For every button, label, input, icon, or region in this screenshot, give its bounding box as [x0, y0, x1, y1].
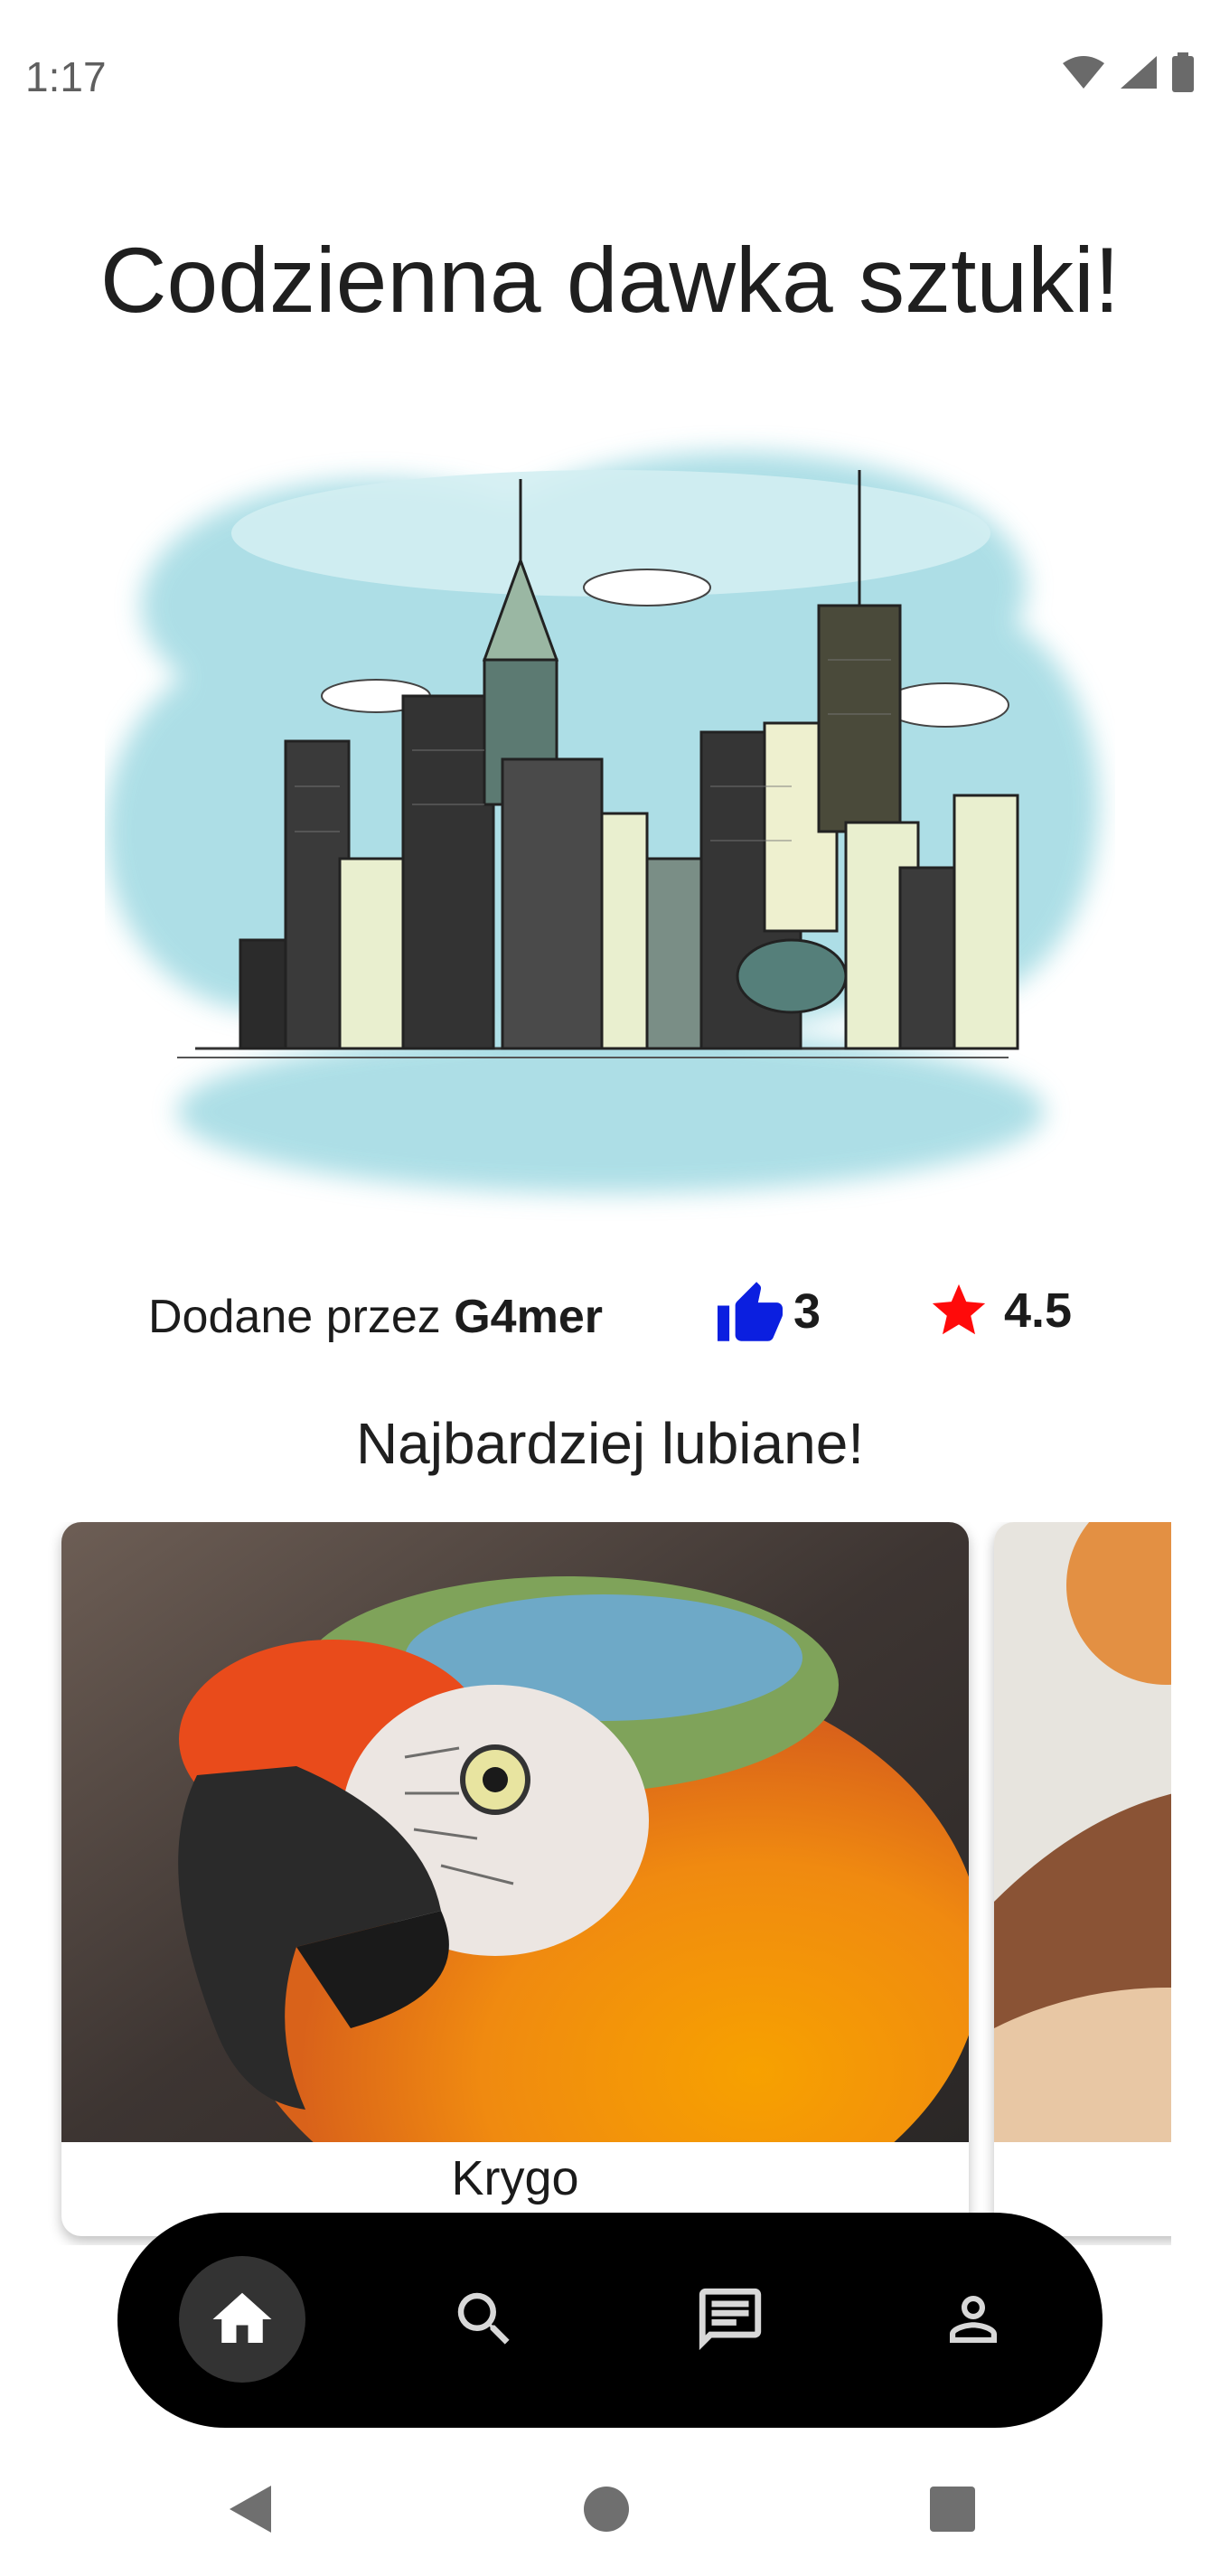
profile-icon	[950, 2296, 997, 2343]
added-by-text: Dodane przez G4mer	[148, 1290, 603, 1344]
home-icon	[212, 2292, 272, 2343]
likes-count: 3	[793, 1284, 821, 1339]
card-title: Krygo	[451, 2151, 579, 2205]
status-icons	[1061, 52, 1195, 92]
artwork-card[interactable]: Krygo	[61, 1522, 969, 2236]
added-by-label: Dodane przez	[148, 1291, 441, 1343]
signal-icon	[1121, 56, 1157, 89]
section-title: Najbardziej lubiane!	[355, 1411, 865, 1476]
parrot-image	[61, 1522, 969, 2142]
nav-home-button[interactable]	[179, 2256, 305, 2383]
card-title	[994, 2142, 1171, 2214]
bottom-navigation	[117, 2213, 1103, 2428]
search-icon	[457, 2292, 510, 2345]
featured-artwork-image[interactable]	[105, 425, 1115, 1238]
rating: 4.5	[926, 1279, 1072, 1342]
status-time: 1:17	[25, 53, 107, 100]
system-navigation-bar	[0, 2468, 1220, 2558]
page-title: Codzienna dawka sztuki!	[99, 229, 1121, 332]
most-liked-carousel[interactable]: Krygo	[0, 1522, 1171, 2245]
likes-button[interactable]: 3	[714, 1279, 821, 1344]
status-bar: 1:17	[0, 0, 1220, 154]
rating-value: 4.5	[1004, 1283, 1073, 1338]
star-icon	[932, 1283, 986, 1335]
nav-chat-button[interactable]	[667, 2256, 793, 2383]
back-icon[interactable]	[228, 2484, 273, 2534]
thumbs-up-icon	[718, 1282, 783, 1341]
artwork-card[interactable]	[994, 1522, 1171, 2236]
wifi-icon	[1063, 56, 1104, 89]
nav-search-button[interactable]	[421, 2256, 548, 2383]
recents-icon[interactable]	[929, 2486, 976, 2533]
battery-icon	[1172, 52, 1194, 92]
author-name[interactable]: G4mer	[454, 1291, 603, 1343]
artwork-meta: Dodane przez G4mer 3 4.5	[0, 1279, 1220, 1351]
abstract-art-image	[994, 1522, 1171, 2142]
nav-profile-button[interactable]	[910, 2256, 1037, 2383]
chat-icon	[699, 2288, 762, 2351]
home-circle-icon[interactable]	[583, 2486, 630, 2533]
